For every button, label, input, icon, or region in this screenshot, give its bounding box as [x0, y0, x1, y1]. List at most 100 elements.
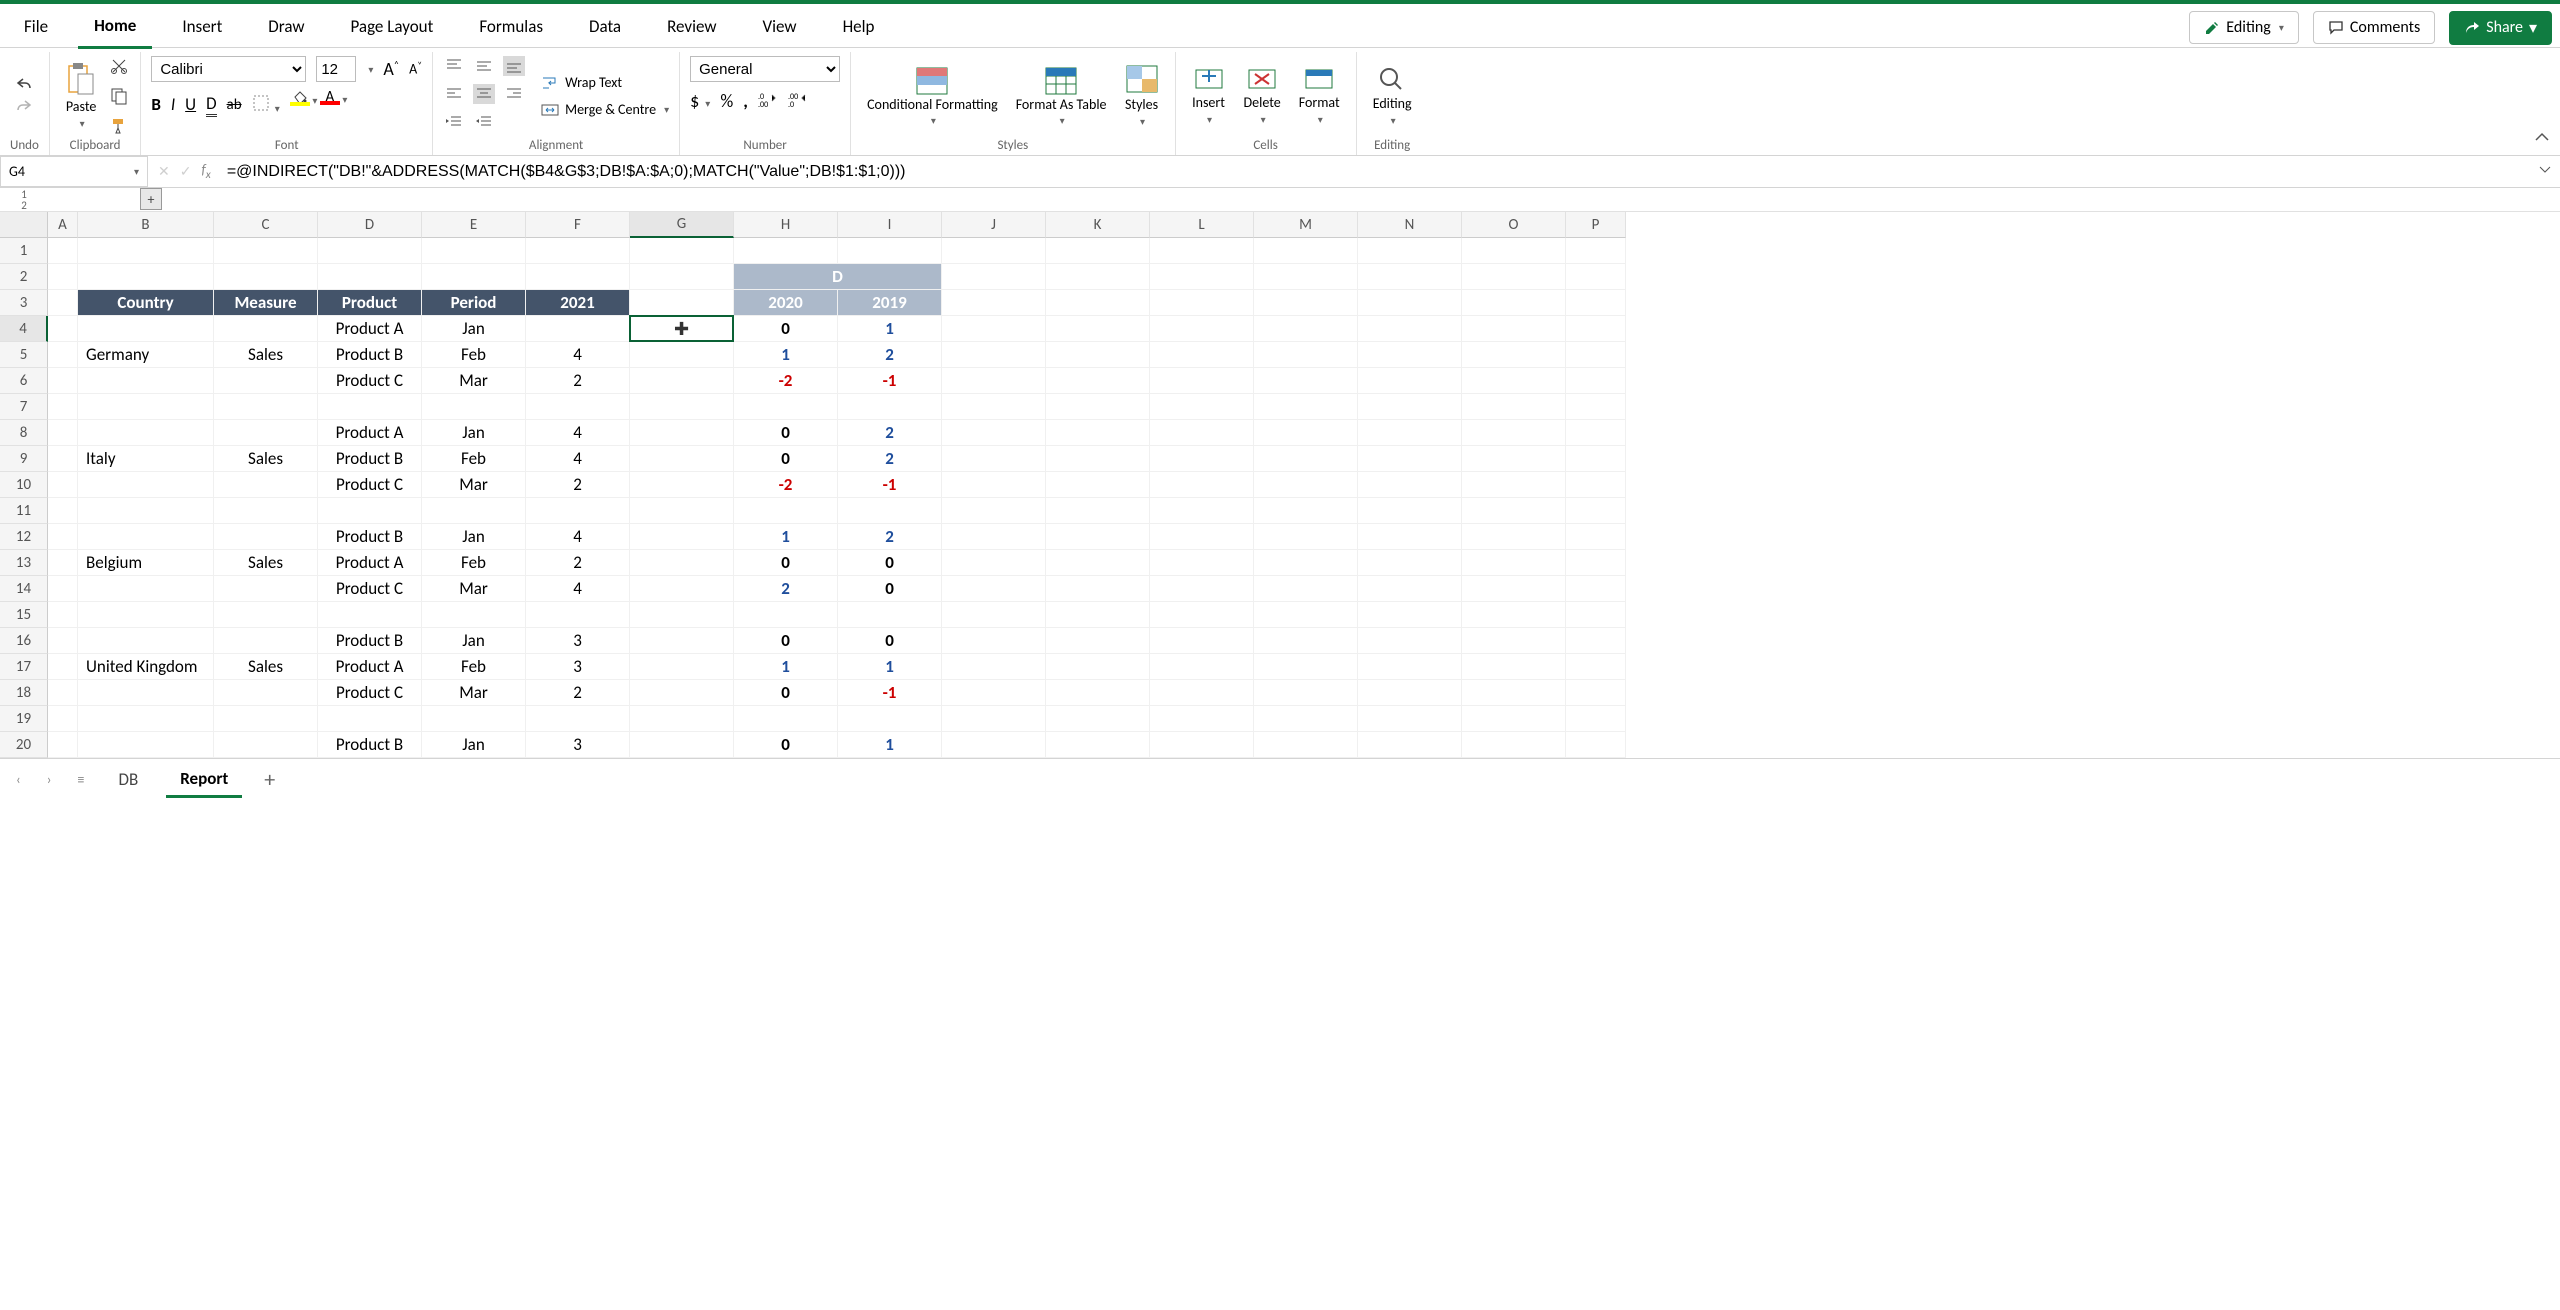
cell-M17[interactable]: [1254, 654, 1358, 680]
cell-K11[interactable]: [1046, 498, 1150, 524]
cell-N9[interactable]: [1358, 446, 1462, 472]
cell-L3[interactable]: [1150, 290, 1254, 316]
col-header-D[interactable]: D: [318, 212, 422, 238]
cell-D13[interactable]: Product A: [318, 550, 422, 576]
row-header-3[interactable]: 3: [0, 290, 48, 316]
row-header-9[interactable]: 9: [0, 446, 48, 472]
cell-C2[interactable]: [214, 264, 318, 290]
increase-indent-button[interactable]: [473, 112, 495, 132]
cell-E6[interactable]: Mar: [422, 368, 526, 394]
align-middle-button[interactable]: [473, 56, 495, 76]
row-header-5[interactable]: 5: [0, 342, 48, 368]
cell-H9[interactable]: 0: [734, 446, 838, 472]
cell-O17[interactable]: [1462, 654, 1566, 680]
cell-P12[interactable]: [1566, 524, 1626, 550]
cell-O11[interactable]: [1462, 498, 1566, 524]
cell-K18[interactable]: [1046, 680, 1150, 706]
cell-O4[interactable]: [1462, 316, 1566, 342]
cell-L7[interactable]: [1150, 394, 1254, 420]
name-box[interactable]: G4 ▾: [0, 156, 148, 187]
cell-D17[interactable]: Product A: [318, 654, 422, 680]
cell-N19[interactable]: [1358, 706, 1462, 732]
col-header-B[interactable]: B: [78, 212, 214, 238]
font-color-button[interactable]: A ▾: [320, 91, 340, 118]
cell-N6[interactable]: [1358, 368, 1462, 394]
col-header-L[interactable]: L: [1150, 212, 1254, 238]
formula-input[interactable]: [221, 163, 2530, 181]
all-sheets-button[interactable]: ≡: [72, 767, 91, 792]
cell-J14[interactable]: [942, 576, 1046, 602]
cell-C12[interactable]: [214, 524, 318, 550]
bold-button[interactable]: B: [151, 94, 161, 115]
borders-button[interactable]: ▾: [252, 94, 280, 116]
cell-I10[interactable]: -1: [838, 472, 942, 498]
cell-A1[interactable]: [48, 238, 78, 264]
cell-K1[interactable]: [1046, 238, 1150, 264]
cell-C14[interactable]: [214, 576, 318, 602]
cell-J18[interactable]: [942, 680, 1046, 706]
align-bottom-button[interactable]: [503, 56, 525, 76]
cell-E16[interactable]: Jan: [422, 628, 526, 654]
cell-L1[interactable]: [1150, 238, 1254, 264]
cell-C17[interactable]: Sales: [214, 654, 318, 680]
cell-F3[interactable]: 2021: [526, 290, 630, 316]
row-header-15[interactable]: 15: [0, 602, 48, 628]
cell-G16[interactable]: [630, 628, 734, 654]
cell-J4[interactable]: [942, 316, 1046, 342]
cell-J19[interactable]: [942, 706, 1046, 732]
cell-I20[interactable]: 1: [838, 732, 942, 758]
cell-B6[interactable]: [78, 368, 214, 394]
cell-L5[interactable]: [1150, 342, 1254, 368]
cell-O10[interactable]: [1462, 472, 1566, 498]
cell-F19[interactable]: [526, 706, 630, 732]
cell-E3[interactable]: Period: [422, 290, 526, 316]
cell-P15[interactable]: [1566, 602, 1626, 628]
cell-O15[interactable]: [1462, 602, 1566, 628]
format-painter-button[interactable]: [108, 116, 130, 136]
cell-C11[interactable]: [214, 498, 318, 524]
cell-F6[interactable]: 2: [526, 368, 630, 394]
cell-E2[interactable]: [422, 264, 526, 290]
cell-P4[interactable]: [1566, 316, 1626, 342]
cell-D20[interactable]: Product B: [318, 732, 422, 758]
cell-styles-button[interactable]: Styles ▾: [1119, 62, 1165, 130]
cell-F12[interactable]: 4: [526, 524, 630, 550]
cell-D7[interactable]: [318, 394, 422, 420]
cell-H11[interactable]: [734, 498, 838, 524]
cell-N16[interactable]: [1358, 628, 1462, 654]
cell-M6[interactable]: [1254, 368, 1358, 394]
cell-O5[interactable]: [1462, 342, 1566, 368]
cell-C20[interactable]: [214, 732, 318, 758]
cell-H13[interactable]: 0: [734, 550, 838, 576]
cell-C13[interactable]: Sales: [214, 550, 318, 576]
cell-P7[interactable]: [1566, 394, 1626, 420]
cell-H10[interactable]: -2: [734, 472, 838, 498]
cell-N20[interactable]: [1358, 732, 1462, 758]
row-header-10[interactable]: 10: [0, 472, 48, 498]
cell-P20[interactable]: [1566, 732, 1626, 758]
cell-G4[interactable]: [630, 316, 734, 342]
cell-M3[interactable]: [1254, 290, 1358, 316]
cell-N4[interactable]: [1358, 316, 1462, 342]
cell-H20[interactable]: 0: [734, 732, 838, 758]
sheet-tab-report[interactable]: Report: [166, 762, 242, 798]
cell-I4[interactable]: 1: [838, 316, 942, 342]
cell-P8[interactable]: [1566, 420, 1626, 446]
cell-H19[interactable]: [734, 706, 838, 732]
cell-J6[interactable]: [942, 368, 1046, 394]
cell-A4[interactable]: [48, 316, 78, 342]
cell-F8[interactable]: 4: [526, 420, 630, 446]
cell-N12[interactable]: [1358, 524, 1462, 550]
cell-M9[interactable]: [1254, 446, 1358, 472]
cell-M14[interactable]: [1254, 576, 1358, 602]
cell-L11[interactable]: [1150, 498, 1254, 524]
cell-D19[interactable]: [318, 706, 422, 732]
enter-formula-button[interactable]: ✓: [180, 163, 192, 180]
cell-J12[interactable]: [942, 524, 1046, 550]
align-right-button[interactable]: [503, 84, 525, 104]
cell-D1[interactable]: [318, 238, 422, 264]
cell-A5[interactable]: [48, 342, 78, 368]
col-header-H[interactable]: H: [734, 212, 838, 238]
cell-A6[interactable]: [48, 368, 78, 394]
cell-D6[interactable]: Product C: [318, 368, 422, 394]
